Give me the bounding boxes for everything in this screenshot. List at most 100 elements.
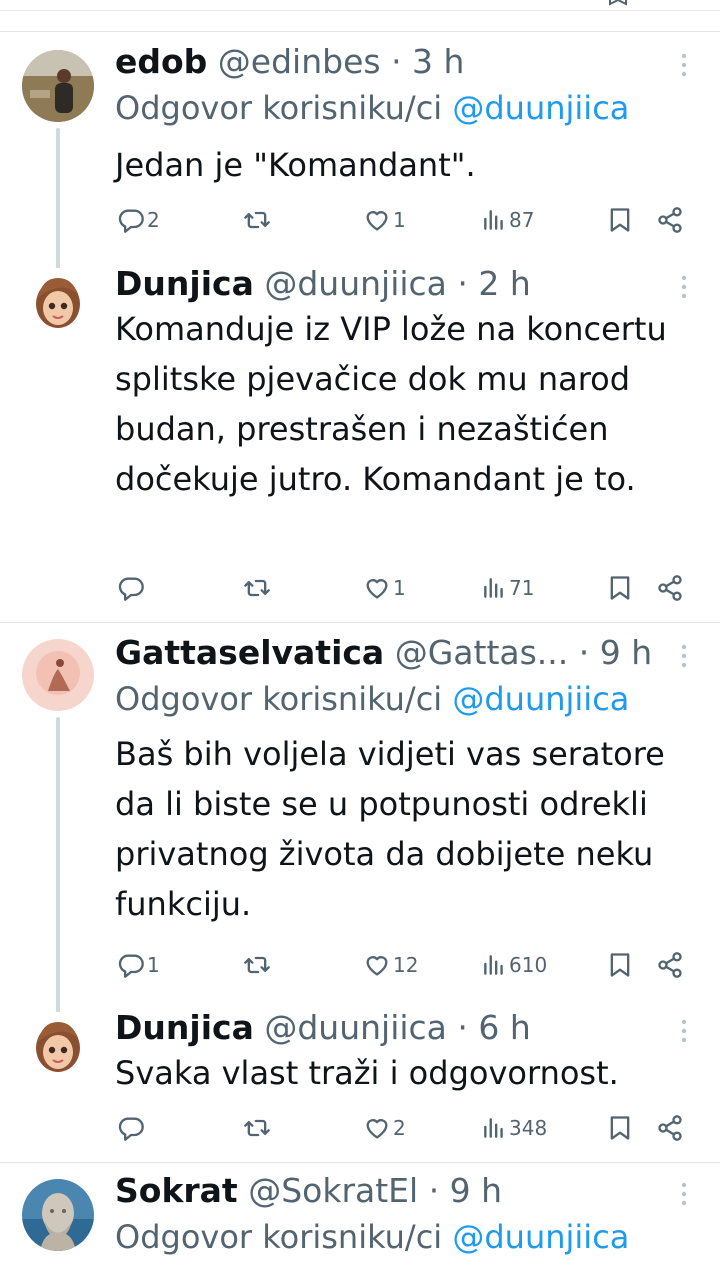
display-name[interactable]: edob bbox=[115, 42, 207, 81]
like-button[interactable]: 1 bbox=[363, 568, 406, 608]
more-icon[interactable] bbox=[672, 1179, 696, 1209]
views-button[interactable]: 348 bbox=[481, 1108, 547, 1148]
share-icon bbox=[656, 951, 684, 979]
reply-mention[interactable]: @duunjiica bbox=[452, 1218, 629, 1256]
reply-prefix: Odgovor korisniku/ci bbox=[115, 89, 443, 127]
display-name[interactable]: Dunjica bbox=[115, 1008, 254, 1047]
more-icon[interactable] bbox=[672, 1016, 696, 1046]
share-button[interactable] bbox=[656, 568, 684, 608]
bookmark-icon bbox=[606, 574, 634, 602]
like-count: 12 bbox=[393, 953, 419, 977]
view-count: 71 bbox=[509, 576, 535, 600]
reply-context: Odgovor korisniku/ci @duunjiica bbox=[115, 1217, 629, 1257]
more-icon[interactable] bbox=[672, 50, 696, 80]
reply-context: Odgovor korisniku/ci @duunjiica bbox=[115, 88, 629, 128]
bookmark-icon bbox=[606, 951, 634, 979]
retweet-button[interactable] bbox=[243, 1108, 271, 1148]
tweet-text: Komanduje iz VIP lože na koncertu splits… bbox=[115, 310, 667, 498]
reply-button[interactable] bbox=[117, 1108, 147, 1148]
bookmark-icon bbox=[606, 1114, 634, 1142]
tweet[interactable]: Gattaselvatica @Gattas... · 9 h Odgovor … bbox=[0, 623, 720, 1013]
user-handle[interactable]: @edinbes bbox=[218, 42, 381, 81]
views-icon bbox=[481, 575, 507, 601]
bookmark-button[interactable] bbox=[606, 200, 634, 240]
user-handle[interactable]: @duunjiica bbox=[264, 264, 447, 303]
share-icon bbox=[656, 206, 684, 234]
user-handle[interactable]: @Gattas... bbox=[395, 633, 569, 672]
display-name[interactable]: Gattaselvatica bbox=[115, 633, 384, 672]
like-button[interactable]: 12 bbox=[363, 945, 418, 985]
reply-button[interactable] bbox=[117, 568, 147, 608]
user-handle[interactable]: @duunjiica bbox=[264, 1008, 447, 1047]
views-icon bbox=[481, 1115, 507, 1141]
display-name[interactable]: Dunjica bbox=[115, 264, 254, 303]
tweet[interactable]: Dunjica @duunjiica · 2 h Komanduje iz VI… bbox=[0, 262, 720, 620]
reply-icon bbox=[117, 574, 145, 602]
like-icon bbox=[363, 951, 391, 979]
like-button[interactable]: 1 bbox=[363, 200, 406, 240]
retweet-button[interactable] bbox=[243, 568, 271, 608]
share-icon bbox=[656, 1114, 684, 1142]
bookmark-button[interactable] bbox=[606, 945, 634, 985]
reply-context: Odgovor korisniku/ci @duunjiica bbox=[115, 679, 629, 719]
timestamp[interactable]: · 9 h bbox=[579, 633, 652, 672]
retweet-icon bbox=[243, 206, 271, 234]
timestamp[interactable]: · 3 h bbox=[391, 42, 464, 81]
views-icon bbox=[481, 952, 507, 978]
reply-icon bbox=[117, 951, 145, 979]
share-button[interactable] bbox=[656, 945, 684, 985]
reply-prefix: Odgovor korisniku/ci bbox=[115, 680, 443, 718]
tweet-text: Jedan je "Komandant". bbox=[115, 146, 476, 184]
share-button[interactable] bbox=[656, 200, 684, 240]
avatar[interactable] bbox=[22, 639, 94, 711]
like-button[interactable]: 2 bbox=[363, 1108, 406, 1148]
display-name[interactable]: Sokrat bbox=[115, 1171, 238, 1210]
tweet-text: Svaka vlast traži i odgovornost. bbox=[115, 1054, 619, 1092]
tweet[interactable]: Dunjica @duunjiica · 6 h Svaka vlast tra… bbox=[0, 1006, 720, 1160]
avatar[interactable] bbox=[22, 1012, 94, 1084]
bookmark-icon[interactable] bbox=[606, 0, 630, 8]
avatar-cartoon-icon bbox=[22, 1012, 94, 1084]
reply-prefix: Odgovor korisniku/ci bbox=[115, 1218, 443, 1256]
avatar-cartoon-icon bbox=[22, 268, 94, 340]
more-icon[interactable] bbox=[672, 641, 696, 671]
action-bar: 2 348 bbox=[0, 1108, 720, 1148]
reply-button[interactable]: 1 bbox=[117, 945, 160, 985]
timestamp[interactable]: · 6 h bbox=[457, 1008, 530, 1047]
tweet[interactable]: Sokrat @SokratEl · 9 h Odgovor korisniku… bbox=[0, 1163, 720, 1270]
timestamp[interactable]: · 9 h bbox=[429, 1171, 502, 1210]
user-handle[interactable]: @SokratEl bbox=[248, 1171, 418, 1210]
avatar[interactable] bbox=[22, 268, 94, 340]
retweet-icon bbox=[243, 951, 271, 979]
timestamp[interactable]: · 2 h bbox=[457, 264, 530, 303]
avatar[interactable] bbox=[22, 1179, 94, 1251]
view-count: 87 bbox=[509, 208, 535, 232]
avatar[interactable] bbox=[22, 50, 94, 122]
more-icon[interactable] bbox=[672, 272, 696, 302]
views-button[interactable]: 610 bbox=[481, 945, 547, 985]
retweet-icon bbox=[243, 574, 271, 602]
reply-icon bbox=[117, 1114, 145, 1142]
views-button[interactable]: 87 bbox=[481, 200, 534, 240]
retweet-icon bbox=[243, 1114, 271, 1142]
reply-button[interactable]: 2 bbox=[117, 200, 160, 240]
views-button[interactable]: 71 bbox=[481, 568, 534, 608]
retweet-button[interactable] bbox=[243, 200, 271, 240]
bookmark-button[interactable] bbox=[606, 568, 634, 608]
like-count: 1 bbox=[393, 208, 406, 232]
view-count: 610 bbox=[509, 953, 548, 977]
action-bar: 1 71 bbox=[0, 568, 720, 608]
tweet[interactable]: edob @edinbes · 3 h Odgovor korisniku/ci… bbox=[0, 32, 720, 296]
tweet-text: Baš bih voljela vidjeti vas seratore da … bbox=[115, 735, 665, 923]
share-button[interactable] bbox=[656, 1108, 684, 1148]
share-icon bbox=[656, 574, 684, 602]
bookmark-button[interactable] bbox=[606, 1108, 634, 1148]
retweet-button[interactable] bbox=[243, 945, 271, 985]
view-count: 348 bbox=[509, 1116, 548, 1140]
action-bar: 1 12 610 bbox=[0, 945, 720, 985]
reply-mention[interactable]: @duunjiica bbox=[452, 89, 629, 127]
reply-icon bbox=[117, 206, 145, 234]
reply-mention[interactable]: @duunjiica bbox=[452, 680, 629, 718]
like-count: 1 bbox=[393, 576, 406, 600]
like-icon bbox=[363, 574, 391, 602]
